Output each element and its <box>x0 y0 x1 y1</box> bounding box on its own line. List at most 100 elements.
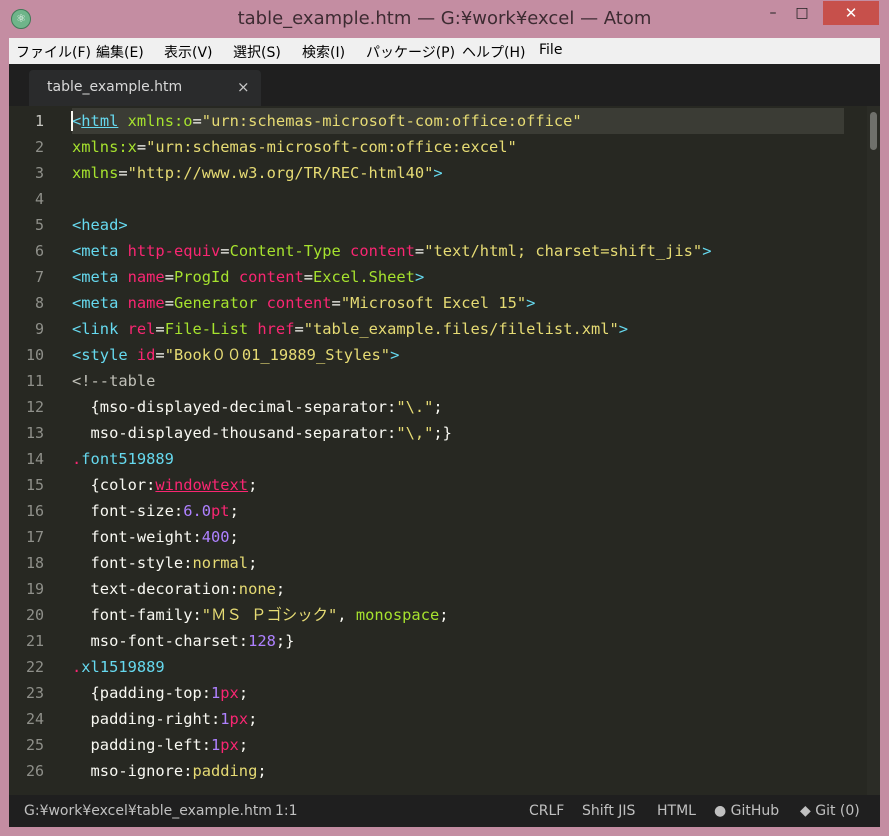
code-line[interactable]: padding-left:1px; <box>72 732 249 758</box>
scrollbar-thumb[interactable] <box>870 112 877 150</box>
code-token: ; <box>248 554 258 572</box>
title-bar[interactable]: ⚛ table_example.htm — G:¥work¥excel — At… <box>0 0 889 38</box>
code-token: "urn:schemas-microsoft-com:office:office… <box>201 112 582 130</box>
code-token: > <box>433 164 443 182</box>
code-token: <head> <box>72 216 128 234</box>
line-number[interactable]: 21 <box>9 632 44 650</box>
status-cursor-position[interactable]: 1:1 <box>275 803 298 819</box>
code-token: = <box>164 294 174 312</box>
tab-table-example[interactable]: table_example.htm × <box>29 70 261 106</box>
line-number[interactable]: 6 <box>9 242 44 260</box>
code-line[interactable]: <html xmlns:o="urn:schemas-microsoft-com… <box>72 108 582 134</box>
code-token: font-weight: <box>72 528 202 546</box>
code-line[interactable]: mso-font-charset:128;} <box>72 628 295 654</box>
menu-help[interactable]: ヘルプ(H) <box>462 42 525 62</box>
code-line[interactable]: mso-ignore:padding; <box>72 758 267 784</box>
code-token: {color: <box>72 476 156 494</box>
line-number[interactable]: 19 <box>9 580 44 598</box>
tab-close-icon[interactable]: × <box>237 78 250 96</box>
menu-file[interactable]: ファイル(F) <box>16 42 91 62</box>
status-bar: G:¥work¥excel¥table_example.htm 1:1 CRLF… <box>9 795 880 827</box>
line-number[interactable]: 10 <box>9 346 44 364</box>
menu-view[interactable]: 表示(V) <box>164 42 213 62</box>
code-line[interactable]: font-family:"ＭＳ Ｐゴシック", monospace; <box>72 602 449 628</box>
code-line[interactable]: <meta name=Generator content="Microsoft … <box>72 290 535 316</box>
line-number[interactable]: 26 <box>9 762 44 780</box>
code-line[interactable]: {color:windowtext; <box>72 472 258 498</box>
code-token: "table_example.files/filelist.xml" <box>303 320 619 338</box>
code-token: ; <box>229 502 239 520</box>
line-number[interactable]: 9 <box>9 320 44 338</box>
code-line[interactable]: .font519889 <box>72 446 174 472</box>
code-line[interactable]: text-decoration:none; <box>72 576 286 602</box>
menu-selection[interactable]: 選択(S) <box>233 42 281 62</box>
line-number[interactable]: 7 <box>9 268 44 286</box>
status-line-ending[interactable]: CRLF <box>529 803 564 819</box>
line-number[interactable]: 22 <box>9 658 44 676</box>
code-token: http-equiv <box>127 242 221 260</box>
line-number[interactable]: 16 <box>9 502 44 520</box>
code-token: font519889 <box>81 450 174 468</box>
menu-find[interactable]: 検索(I) <box>302 42 345 62</box>
code-token: <meta <box>72 294 128 312</box>
line-number[interactable]: 13 <box>9 424 44 442</box>
status-github[interactable]: ● GitHub <box>714 803 779 819</box>
maximize-button[interactable]: □ <box>788 1 816 25</box>
line-number-gutter[interactable]: 1 2 3 4 5 6 7 8 9 10 11 12 13 14 15 16 17 18 19 20 21 22 23 24 2… <box>9 106 72 795</box>
minimize-button[interactable]: – <box>760 1 786 25</box>
code-token: "\," <box>396 424 434 442</box>
code-line[interactable]: <meta http-equiv=Content-Type content="t… <box>72 238 711 264</box>
code-line[interactable]: <meta name=ProgId content=Excel.Sheet> <box>72 264 424 290</box>
code-token: padding-right: <box>72 710 221 728</box>
code-token: 1 <box>211 684 221 702</box>
code-token: 1 <box>211 736 221 754</box>
line-number[interactable]: 11 <box>9 372 44 390</box>
code-token: File-List <box>164 320 249 338</box>
code-editor[interactable]: 1 2 3 4 5 6 7 8 9 10 11 12 13 14 15 16 17 18 19 20 21 22 23 24 2… <box>9 106 880 795</box>
code-line[interactable]: <head> <box>72 212 128 238</box>
code-line[interactable]: padding-right:1px; <box>72 706 258 732</box>
status-file-path[interactable]: G:¥work¥excel¥table_example.htm <box>24 803 272 819</box>
close-button[interactable]: ✕ <box>823 1 879 25</box>
code-token: ; <box>238 684 249 702</box>
code-token: Generator <box>173 294 258 312</box>
line-number[interactable]: 23 <box>9 684 44 702</box>
code-line[interactable]: .xl1519889 <box>72 654 165 680</box>
code-line[interactable]: <style id="Book００01_19889_Styles"> <box>72 342 399 368</box>
code-line[interactable]: mso-displayed-thousand-separator:"\,";} <box>72 420 452 446</box>
line-number[interactable]: 17 <box>9 528 44 546</box>
line-number[interactable]: 24 <box>9 710 44 728</box>
code-line[interactable]: {mso-displayed-decimal-separator:"\."; <box>72 394 443 420</box>
status-encoding[interactable]: Shift JIS <box>582 803 635 819</box>
line-number[interactable]: 2 <box>9 138 44 156</box>
vertical-scrollbar[interactable] <box>867 106 880 795</box>
code-line[interactable]: {padding-top:1px; <box>72 680 249 706</box>
code-line[interactable]: xmlns="http://www.w3.org/TR/REC-html40"> <box>72 160 443 186</box>
code-line[interactable]: <!--table <box>72 368 155 394</box>
line-number[interactable]: 20 <box>9 606 44 624</box>
line-number[interactable]: 8 <box>9 294 44 312</box>
line-number[interactable]: 4 <box>9 190 44 208</box>
line-number[interactable]: 3 <box>9 164 44 182</box>
code-token: windowtext <box>155 476 249 494</box>
menu-edit[interactable]: 編集(E) <box>96 42 144 62</box>
menu-file-extra[interactable]: File <box>539 42 562 58</box>
line-number[interactable]: 1 <box>9 112 44 130</box>
status-grammar[interactable]: HTML <box>657 803 696 819</box>
line-number[interactable]: 12 <box>9 398 44 416</box>
code-token: content <box>266 294 332 312</box>
code-line[interactable]: xmlns:x="urn:schemas-microsoft-com:offic… <box>72 134 517 160</box>
status-git[interactable]: ◆ Git (0) <box>800 803 860 819</box>
menu-packages[interactable]: パッケージ(P) <box>366 42 455 62</box>
code-line[interactable]: font-size:6.0pt; <box>72 498 239 524</box>
code-line[interactable]: <link rel=File-List href="table_example.… <box>72 316 628 342</box>
code-token: px <box>229 710 249 728</box>
line-number[interactable]: 25 <box>9 736 44 754</box>
line-number[interactable]: 18 <box>9 554 44 572</box>
line-number[interactable]: 14 <box>9 450 44 468</box>
code-line[interactable]: font-style:normal; <box>72 550 258 576</box>
code-line[interactable]: font-weight:400; <box>72 524 239 550</box>
line-number[interactable]: 15 <box>9 476 44 494</box>
line-number[interactable]: 5 <box>9 216 44 234</box>
